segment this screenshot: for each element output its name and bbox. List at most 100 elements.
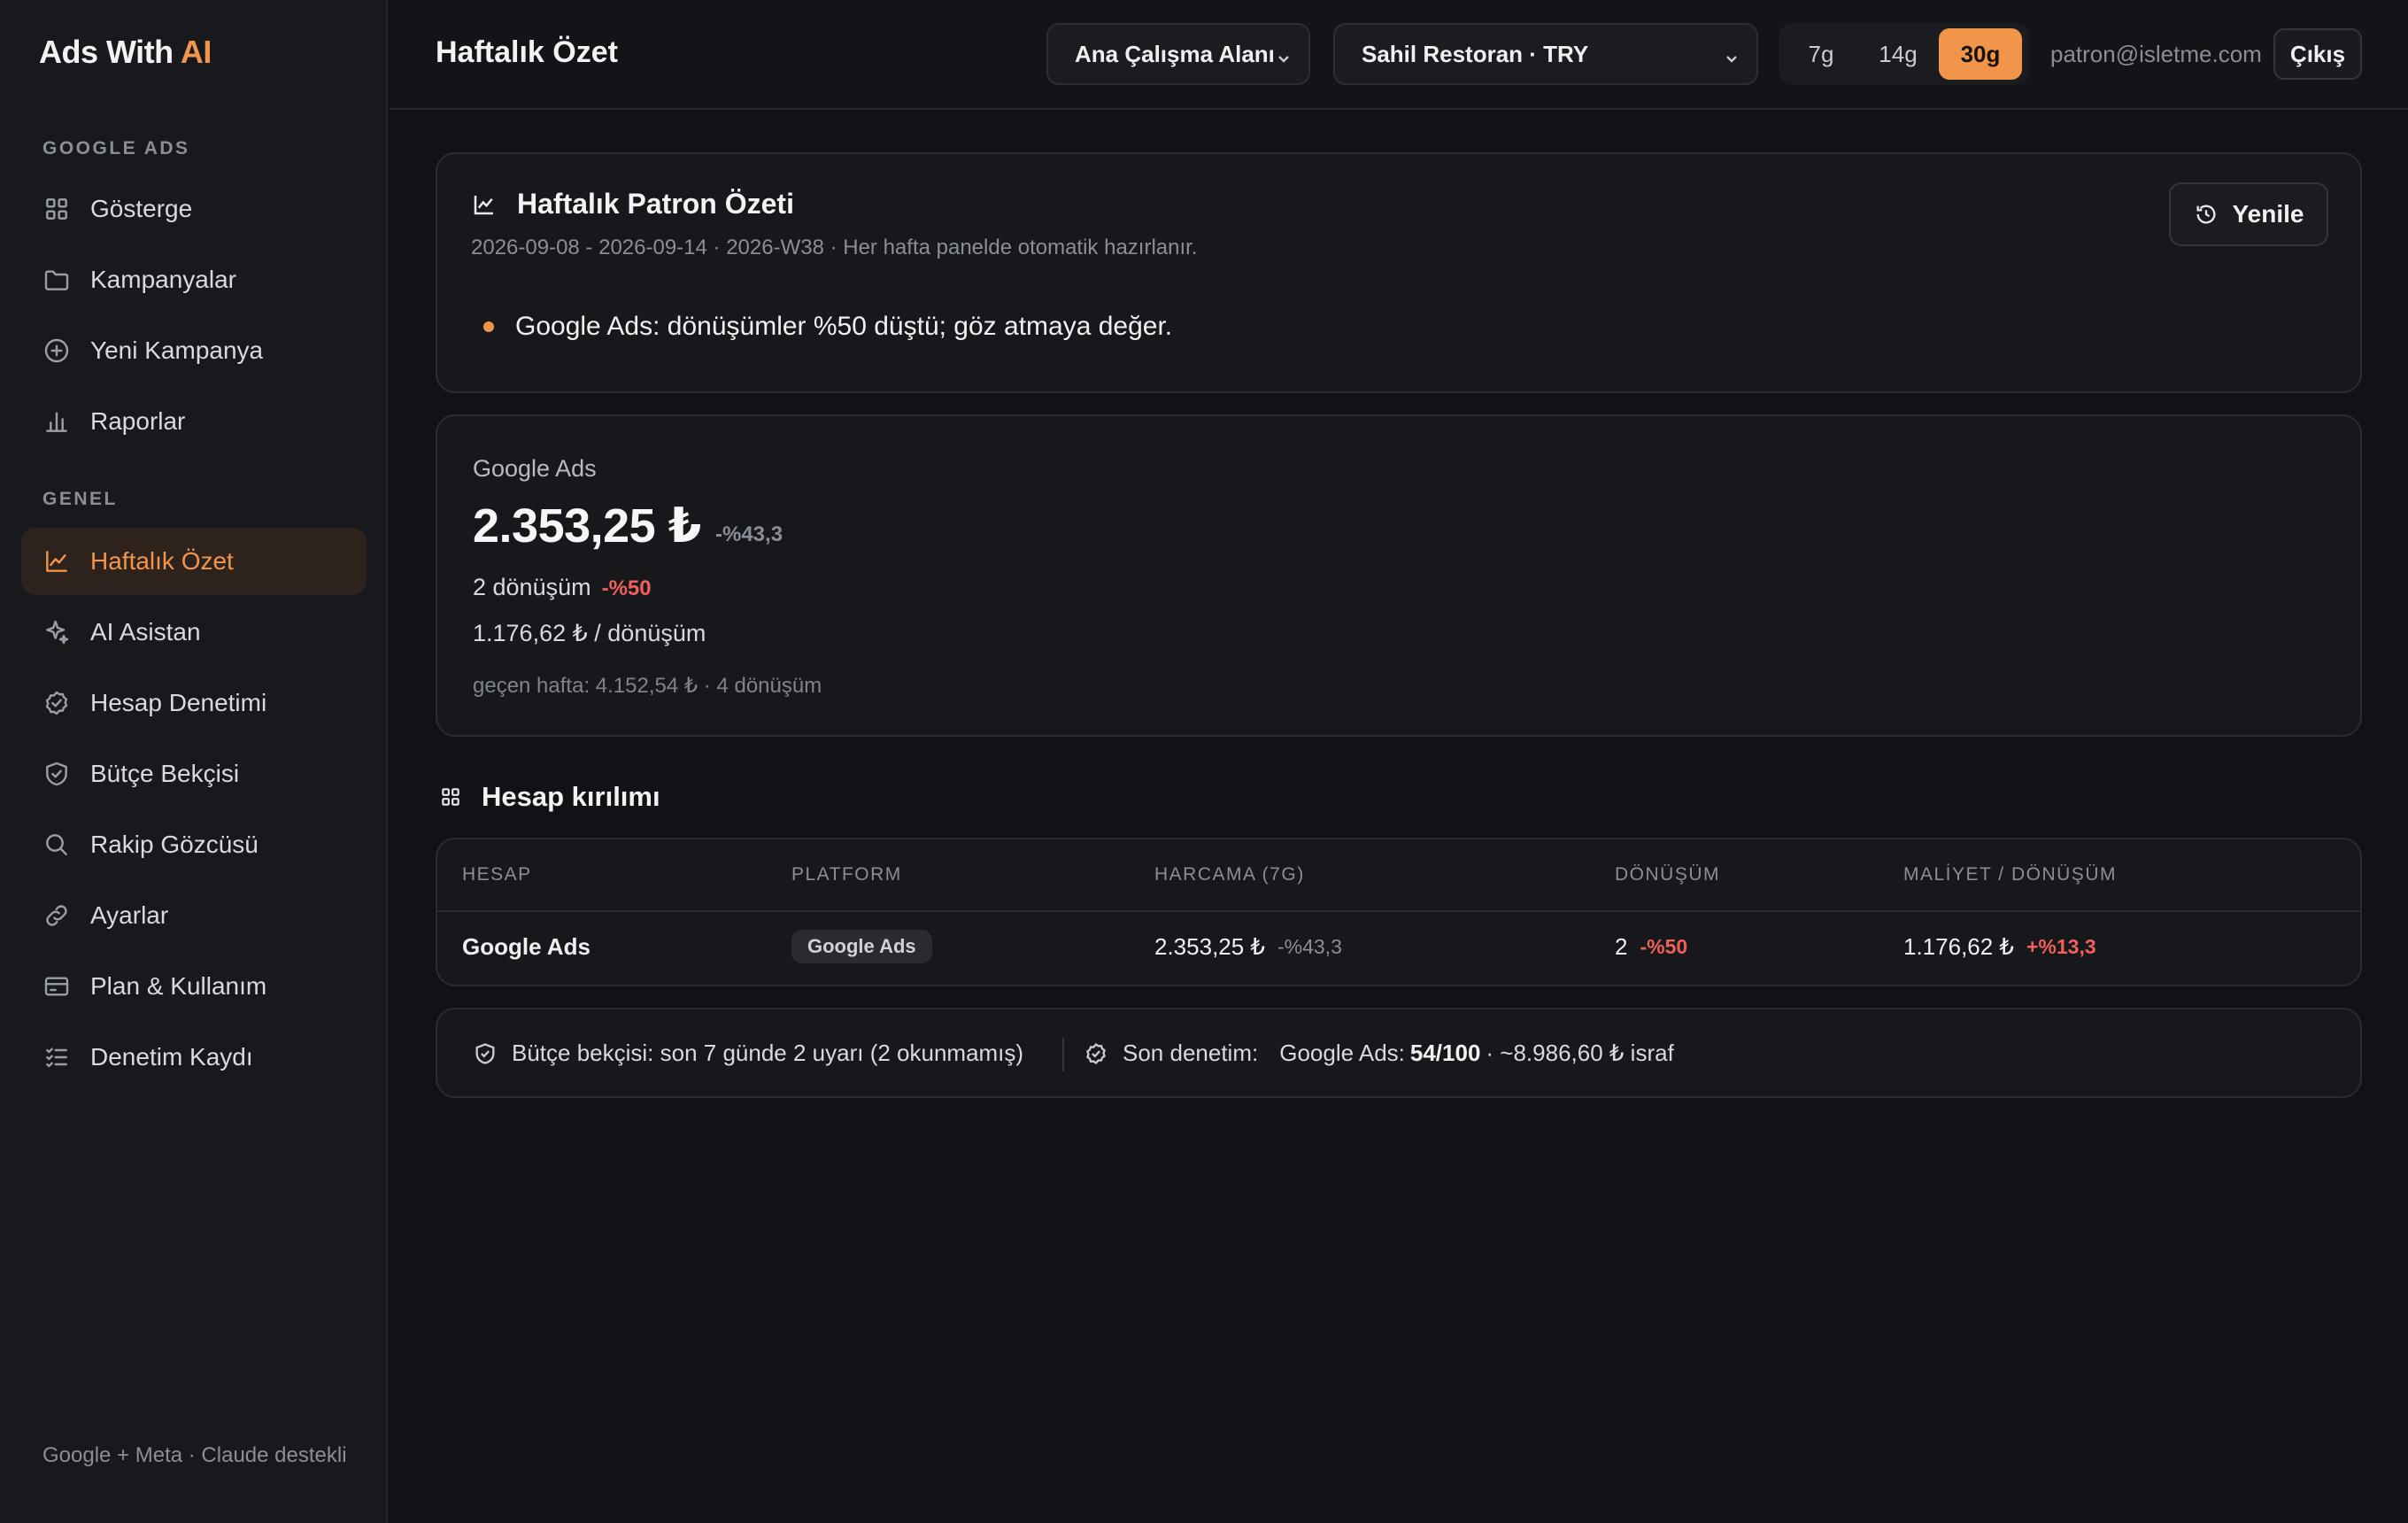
sidebar-item-label: Plan & Kullanım [90, 972, 267, 1000]
sidebar-item-haftalik-ozet[interactable]: Haftalık Özet [21, 528, 367, 595]
sidebar-item-gosterge[interactable]: Gösterge [21, 175, 367, 243]
sidebar-item-label: Bütçe Bekçisi [90, 760, 240, 787]
budget-watch-status[interactable]: Bütçe bekçisi: son 7 günde 2 uyarı (2 ok… [473, 1040, 1023, 1067]
sidebar-item-label: Ayarlar [90, 901, 169, 929]
sidebar-item-plan-kullanim[interactable]: Plan & Kullanım [21, 953, 367, 1020]
brand-name: Ads With [39, 34, 174, 70]
sidebar-item-label: Raporlar [90, 407, 186, 435]
folder-icon [44, 270, 69, 290]
stats-conversions-delta: -%50 [601, 576, 652, 600]
platform-stats-card: Google Ads 2.353,25 ₺ -%43,3 2 dönüşüm -%… [436, 414, 2362, 737]
stats-spend: 2.353,25 ₺ [473, 499, 701, 553]
workspace-select-value: Ana Çalışma Alanı [1075, 40, 1275, 67]
table-cell-account: Google Ads [462, 933, 590, 960]
sidebar-item-label: Denetim Kaydı [90, 1043, 253, 1071]
table-cell-conversions: 2 -%50 [1615, 933, 1687, 961]
column-header-harcama: HARCAMA (7G) [1154, 864, 1305, 885]
stats-previous-week: geçen hafta: 4.152,54 ₺ · 4 dönüşüm [473, 674, 822, 698]
last-audit-platform: Google Ads: [1279, 1040, 1405, 1066]
history-icon [2196, 205, 2216, 224]
stats-conversions-value: 2 dönüşüm [473, 574, 591, 600]
date-range-selector: 7g 14g 30g [1779, 23, 2029, 85]
grid-icon [46, 198, 67, 220]
sidebar-item-raporlar[interactable]: Raporlar [21, 388, 367, 455]
stats-spend-delta: -%43,3 [715, 522, 783, 546]
credit-card-icon [44, 977, 69, 996]
table-cell-platform: Google Ads [791, 930, 932, 963]
sidebar-item-label: Rakip Gözcüsü [90, 831, 259, 858]
table-conversions-value: 2 [1615, 933, 1628, 960]
sidebar-item-label: Haftalık Özet [90, 547, 234, 575]
stats-platform: Google Ads [473, 455, 597, 482]
sidebar-item-ai-asistan[interactable]: AI Asistan [21, 599, 367, 666]
sidebar-item-ayarlar[interactable]: Ayarlar [21, 882, 367, 949]
sidebar-item-label: Hesap Denetimi [90, 689, 267, 716]
summary-bullet: Google Ads: dönüşümler %50 düştü; göz at… [483, 312, 1172, 342]
table-cpa-delta: +%13,3 [2026, 935, 2096, 958]
breakdown-table: HESAP PLATFORM HARCAMA (7G) DÖNÜŞÜM MALİ… [436, 838, 2362, 986]
range-button-14g[interactable]: 14g [1857, 28, 1939, 80]
status-divider [1062, 1038, 1064, 1071]
chevron-down-icon [1723, 46, 1740, 64]
logout-button[interactable]: Çıkış [2273, 28, 2362, 80]
breakdown-title: Hesap kırılımı [482, 781, 660, 812]
sidebar-item-denetim-kaydi[interactable]: Denetim Kaydı [21, 1024, 367, 1091]
list-checks-icon [46, 1048, 67, 1068]
last-audit-waste: · ~8.986,60 ₺ israf [1486, 1040, 1674, 1066]
column-header-maliyet: MALİYET / DÖNÜŞÜM [1903, 864, 2117, 885]
grid-icon [442, 788, 459, 806]
sidebar-item-kampanyalar[interactable]: Kampanyalar [21, 246, 367, 313]
chevron-down-icon [1275, 46, 1293, 64]
trend-chart-icon [474, 195, 493, 214]
user-email: patron@isletme.com [2050, 41, 2262, 67]
column-header-hesap: HESAP [462, 864, 532, 885]
sidebar-item-butce-bekcisi[interactable]: Bütçe Bekçisi [21, 740, 367, 808]
workspace-select[interactable]: Ana Çalışma Alanı [1046, 23, 1310, 85]
status-bar: Bütçe bekçisi: son 7 günde 2 uyarı (2 ok… [436, 1008, 2362, 1098]
sidebar-footer: Google + Meta · Claude destekli [42, 1443, 347, 1467]
account-select-value: Sahil Restoran · TRY [1362, 40, 1589, 67]
sidebar-item-hesap-denetimi[interactable]: Hesap Denetimi [21, 669, 367, 737]
last-audit-score: 54/100 [1409, 1040, 1481, 1066]
brand-accent: AI [180, 34, 212, 70]
trend-chart-icon [46, 551, 67, 572]
bullet-dot [483, 321, 494, 332]
sidebar-item-label: Yeni Kampanya [90, 336, 264, 364]
badge-check-icon [45, 691, 68, 715]
range-button-7g[interactable]: 7g [1785, 28, 1857, 80]
sidebar-item-label: Gösterge [90, 195, 193, 222]
page-title: Haftalık Özet [436, 35, 618, 69]
refresh-button[interactable]: Yenile [2169, 182, 2328, 246]
last-audit-status[interactable]: Son denetim: Google Ads: 54/100 · ~8.986… [1084, 1040, 1674, 1067]
table-spend-value: 2.353,25 ₺ [1154, 933, 1265, 960]
sidebar: Ads With AI GOOGLE ADS Gösterge Kampanya… [0, 0, 388, 1523]
column-header-donusum: DÖNÜŞÜM [1615, 864, 1720, 885]
sparkles-icon [46, 620, 69, 645]
summary-bullet-text: Google Ads: dönüşümler %50 düştü; göz at… [515, 312, 1173, 341]
section-label-google-ads: GOOGLE ADS [42, 138, 190, 158]
stats-conversions: 2 dönüşüm -%50 [473, 574, 652, 601]
account-select[interactable]: Sahil Restoran · TRY [1333, 23, 1758, 85]
stats-cpa: 1.176,62 ₺ / dönüşüm [473, 620, 706, 646]
platform-badge: Google Ads [791, 930, 932, 963]
table-cell-cpa: 1.176,62 ₺ +%13,3 [1903, 933, 2096, 961]
table-cell-spend: 2.353,25 ₺ -%43,3 [1154, 933, 1342, 961]
summary-title: Haftalık Patron Özeti [517, 188, 794, 220]
refresh-button-label: Yenile [2232, 200, 2304, 228]
badge-check-icon [1086, 1042, 1106, 1064]
search-icon [46, 834, 67, 855]
section-label-genel: GENEL [42, 489, 118, 509]
brand-logo[interactable]: Ads With AI [39, 34, 212, 71]
summary-meta: 2026-09-08 - 2026-09-14 · 2026-W38 · Her… [471, 236, 1198, 259]
range-button-30g[interactable]: 30g [1939, 28, 2022, 80]
table-conversions-delta: -%50 [1640, 935, 1688, 958]
sidebar-item-label: Kampanyalar [90, 266, 236, 293]
sidebar-item-yeni-kampanya[interactable]: Yeni Kampanya [21, 317, 367, 384]
bar-chart-icon [46, 412, 67, 432]
budget-watch-text: Bütçe bekçisi: son 7 günde 2 uyarı (2 ok… [512, 1040, 1024, 1066]
shield-check-icon [46, 762, 67, 786]
weekly-summary-card: Haftalık Patron Özeti 2026-09-08 - 2026-… [436, 152, 2362, 393]
table-cpa-value: 1.176,62 ₺ [1903, 933, 2014, 960]
sidebar-item-rakip-gozcusu[interactable]: Rakip Gözcüsü [21, 811, 367, 878]
topbar: Haftalık Özet Ana Çalışma Alanı Sahil Re… [390, 0, 2408, 110]
